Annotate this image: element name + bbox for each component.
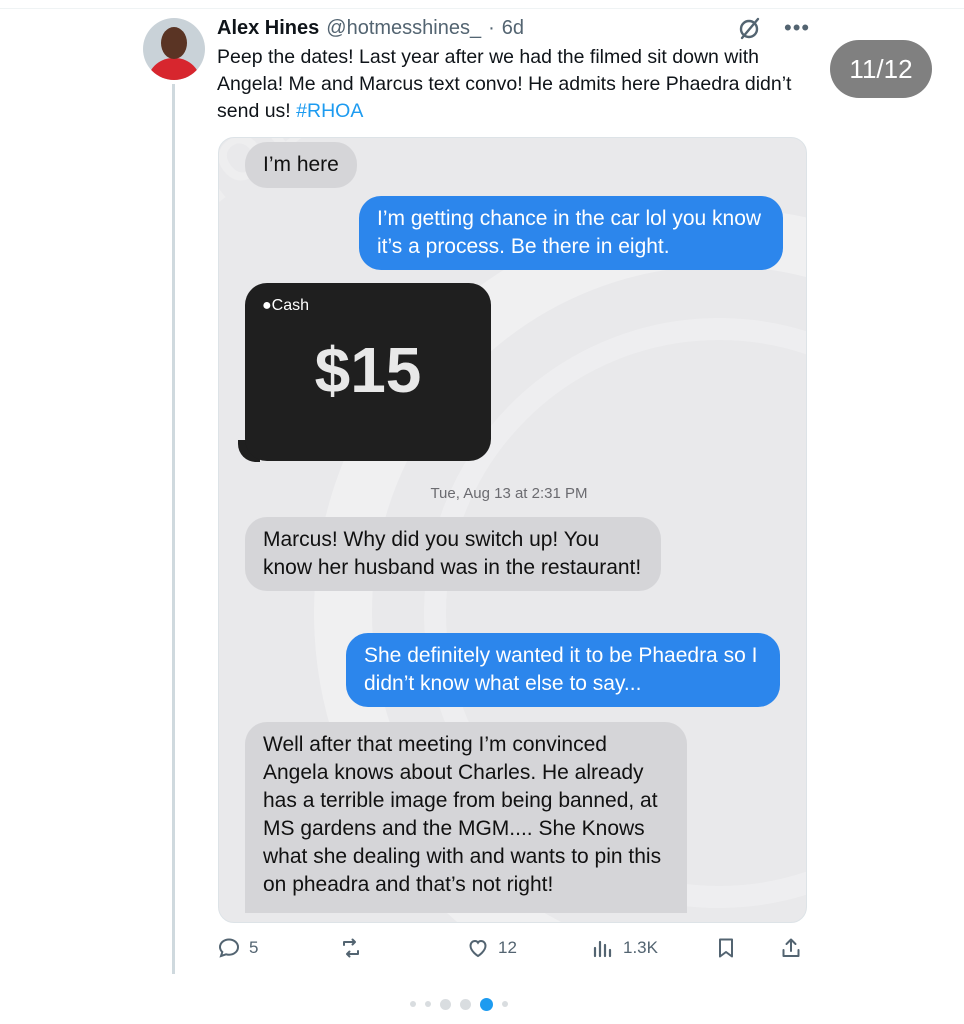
message-received-3: Well after that meeting I’m convinced An… [245, 722, 687, 913]
hashtag-link[interactable]: #RHOA [296, 100, 363, 122]
repost-icon [343, 938, 359, 958]
heart-icon [469, 939, 487, 958]
message-text: Well after that meeting I’m convinced An… [263, 733, 662, 896]
tweet-action-bar: 5 12 1.3K [217, 932, 811, 964]
views-count: 1.3K [623, 938, 658, 957]
apple-cash-brand: ●Cash [262, 297, 310, 314]
share-button[interactable] [779, 932, 803, 964]
tweet-text: Peep the dates! Last year after we had t… [217, 44, 797, 125]
message-timestamp: Tue, Aug 13 at 2:31 PM [430, 485, 588, 502]
avatar-shirt [147, 58, 201, 80]
carousel-dot[interactable] [502, 1001, 508, 1007]
repost-button[interactable] [339, 932, 371, 964]
carousel-dot-active[interactable] [480, 997, 493, 1011]
reply-button[interactable]: 5 [217, 932, 258, 964]
message-sent-1: I’m getting chance in the car lol you kn… [359, 196, 783, 270]
avatar-head [161, 27, 187, 59]
bookmark-button[interactable] [714, 932, 738, 964]
like-button[interactable]: 12 [466, 932, 517, 964]
apple-logo-icon: ● [262, 297, 272, 314]
post-age[interactable]: 6d [502, 17, 524, 40]
reply-icon [218, 938, 240, 958]
message-received-2: Marcus! Why did you switch up! You know … [245, 517, 661, 591]
message-text: Marcus! Why did you switch up! You know … [263, 528, 642, 579]
message-text: She definitely wanted it to be Phaedra s… [364, 644, 758, 695]
views-icon [593, 940, 612, 958]
avatar[interactable] [143, 18, 205, 80]
separator-dot: · [488, 16, 495, 39]
message-sent-2: She definitely wanted it to be Phaedra s… [346, 633, 780, 707]
cash-amount: $15 [314, 334, 422, 406]
carousel-dot[interactable] [440, 998, 451, 1010]
thread-connector-line [172, 84, 175, 974]
share-icon [782, 938, 800, 957]
author-name[interactable]: Alex Hines [217, 17, 319, 40]
tweet-header: Alex Hines @hotmesshines_ · 6d [217, 14, 524, 42]
message-text: I’m here [263, 153, 339, 176]
media-page-counter: 11/12 [830, 40, 932, 98]
top-divider [0, 8, 964, 9]
carousel-pager [410, 996, 508, 1012]
carousel-dot[interactable] [425, 1001, 431, 1007]
carousel-dot[interactable] [460, 998, 471, 1010]
carousel-dot[interactable] [410, 1001, 416, 1007]
reply-count: 5 [249, 938, 259, 957]
apple-cash-card: ●Cash $15 [245, 283, 491, 461]
views-button[interactable]: 1.3K [591, 932, 658, 964]
message-text: I’m getting chance in the car lol you kn… [377, 207, 762, 258]
more-options-icon[interactable]: ••• [784, 14, 810, 42]
tweet-media-image[interactable]: HOLLYWOOD UNLOCKED I’m here I’m getting … [218, 137, 807, 923]
header-actions: ••• [736, 14, 810, 42]
bookmark-icon [719, 938, 733, 958]
grok-icon[interactable] [736, 14, 764, 42]
message-received-1: I’m here [245, 142, 357, 188]
like-count: 12 [498, 938, 517, 957]
author-handle[interactable]: @hotmesshines_ [326, 17, 481, 40]
